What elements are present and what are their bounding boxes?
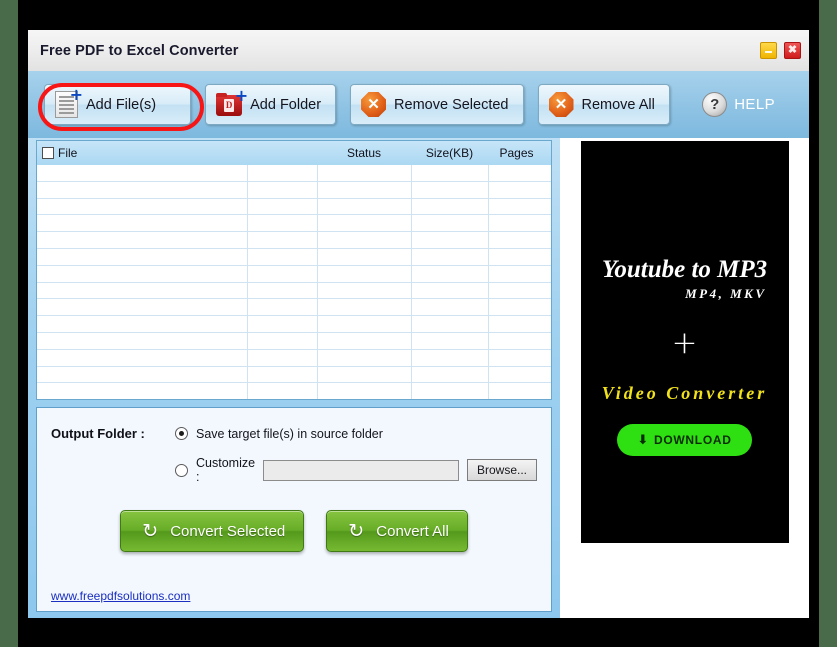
minimize-button[interactable] bbox=[760, 42, 777, 59]
table-row[interactable] bbox=[37, 299, 551, 317]
right-edge-strip bbox=[819, 0, 837, 647]
advertisement-pane: Youtube to MP3 MP4, MKV + Video Converte… bbox=[560, 138, 809, 618]
table-row[interactable] bbox=[37, 266, 551, 283]
table-row[interactable] bbox=[37, 232, 551, 249]
column-header-status[interactable]: Status bbox=[317, 141, 411, 165]
column-header-size[interactable]: Size(KB) bbox=[411, 141, 488, 165]
table-header-row: File Status Size(KB) Pages bbox=[37, 141, 551, 165]
output-folder-panel: Output Folder : Save target file(s) in s… bbox=[36, 407, 552, 612]
table-row[interactable] bbox=[37, 199, 551, 216]
add-folder-label: Add Folder bbox=[250, 96, 322, 113]
add-files-label: Add File(s) bbox=[86, 96, 157, 113]
table-body[interactable] bbox=[37, 165, 551, 399]
table-row[interactable] bbox=[37, 333, 551, 350]
column-header-blank[interactable] bbox=[247, 141, 317, 165]
help-button[interactable]: ? HELP bbox=[702, 92, 797, 117]
add-folder-button[interactable]: D + Add Folder bbox=[205, 84, 337, 125]
radio-save-in-source[interactable] bbox=[175, 427, 188, 440]
help-label: HELP bbox=[734, 96, 775, 113]
main-body: File Status Size(KB) Pages Output Folder… bbox=[28, 138, 809, 618]
close-button[interactable]: ✖ bbox=[784, 42, 801, 59]
ad-formats: MP4, MKV bbox=[685, 286, 767, 301]
table-row[interactable] bbox=[37, 316, 551, 333]
table-row[interactable] bbox=[37, 350, 551, 367]
column-header-pages[interactable]: Pages bbox=[488, 141, 551, 165]
remove-all-button[interactable]: ✕ Remove All bbox=[537, 84, 670, 125]
ad-subtitle: Video Converter bbox=[601, 383, 768, 403]
convert-all-button[interactable]: ↻ Convert All bbox=[326, 510, 468, 552]
browse-button[interactable]: Browse... bbox=[466, 459, 537, 481]
table-row[interactable] bbox=[37, 383, 551, 399]
folder-page-letter: D bbox=[224, 99, 235, 112]
convert-selected-button[interactable]: ↻ Convert Selected bbox=[120, 510, 305, 552]
remove-all-icon: ✕ bbox=[548, 92, 574, 117]
refresh-icon: ↻ bbox=[348, 520, 365, 542]
remove-all-label: Remove All bbox=[581, 96, 655, 113]
column-header-file-label: File bbox=[58, 146, 78, 160]
table-row[interactable] bbox=[37, 283, 551, 300]
table-row[interactable] bbox=[37, 165, 551, 182]
document-add-icon: + bbox=[55, 87, 83, 118]
ad-download-button[interactable]: ⬇ DOWNLOAD bbox=[617, 424, 752, 456]
left-pane: File Status Size(KB) Pages Output Folder… bbox=[28, 138, 560, 618]
remove-selected-button[interactable]: ✕ Remove Selected bbox=[350, 84, 524, 125]
output-path-input[interactable] bbox=[263, 459, 459, 481]
title-bar: Free PDF to Excel Converter ✖ bbox=[28, 30, 809, 71]
plus-icon: + bbox=[69, 85, 83, 104]
convert-all-label: Convert All bbox=[376, 522, 449, 540]
radio-customize[interactable] bbox=[175, 463, 188, 477]
radio-customize-label: Customize : bbox=[196, 456, 256, 484]
remove-selected-label: Remove Selected bbox=[394, 96, 509, 113]
toolbar: + Add File(s) D + Add Folder ✕ Remove Se… bbox=[28, 71, 809, 138]
select-all-checkbox[interactable] bbox=[42, 147, 54, 159]
output-source-row: Output Folder : Save target file(s) in s… bbox=[51, 426, 537, 441]
plus-icon: + bbox=[234, 86, 249, 105]
radio-save-in-source-label: Save target file(s) in source folder bbox=[196, 426, 383, 441]
add-files-button[interactable]: + Add File(s) bbox=[44, 84, 192, 125]
ad-title: Youtube to MP3 bbox=[601, 256, 768, 283]
window-title: Free PDF to Excel Converter bbox=[40, 42, 239, 59]
file-list-table: File Status Size(KB) Pages bbox=[36, 140, 552, 400]
ad-plus-icon: + bbox=[671, 325, 698, 361]
folder-add-icon: D + bbox=[216, 88, 248, 116]
table-row[interactable] bbox=[37, 182, 551, 199]
remove-icon: ✕ bbox=[361, 92, 387, 117]
table-row[interactable] bbox=[37, 249, 551, 266]
window-controls: ✖ bbox=[760, 42, 801, 59]
output-customize-row: Customize : Browse... bbox=[51, 456, 537, 484]
output-folder-label: Output Folder : bbox=[51, 426, 145, 441]
website-link[interactable]: www.freepdfsolutions.com bbox=[51, 589, 190, 603]
application-window: Free PDF to Excel Converter ✖ + Add File… bbox=[28, 30, 809, 618]
refresh-icon: ↻ bbox=[142, 520, 159, 542]
download-arrow-icon: ⬇ bbox=[637, 432, 649, 448]
help-icon: ? bbox=[702, 92, 728, 117]
convert-selected-label: Convert Selected bbox=[170, 522, 286, 540]
convert-actions: ↻ Convert Selected ↻ Convert All bbox=[51, 510, 537, 552]
left-edge-strip bbox=[0, 0, 18, 647]
column-header-file[interactable]: File bbox=[37, 141, 247, 165]
ad-download-label: DOWNLOAD bbox=[654, 433, 732, 447]
advertisement-banner[interactable]: Youtube to MP3 MP4, MKV + Video Converte… bbox=[580, 141, 789, 543]
table-row[interactable] bbox=[37, 215, 551, 233]
table-row[interactable] bbox=[37, 367, 551, 384]
